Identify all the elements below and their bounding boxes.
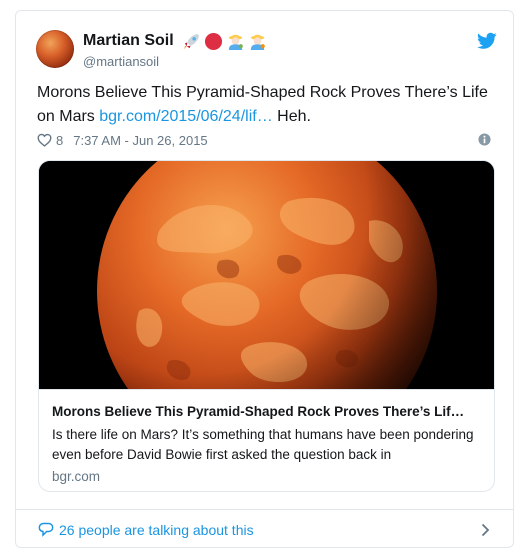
conversation-footer[interactable]: 26 people are talking about this <box>16 509 513 549</box>
farmer-emoji-icon <box>250 34 265 50</box>
tweet-text: Morons Believe This Pyramid-Shaped Rock … <box>37 81 507 129</box>
heart-icon[interactable] <box>37 133 52 147</box>
display-name-row: Martian Soil <box>83 31 267 51</box>
farmer-emoji-icon <box>228 34 243 50</box>
link-preview-card[interactable]: Morons Believe This Pyramid-Shaped Rock … <box>38 160 495 492</box>
mars-illustration <box>39 161 494 389</box>
article-link[interactable]: bgr.com/2015/06/24/lif… <box>99 108 272 125</box>
speech-bubble-icon <box>38 522 54 537</box>
name-emojis <box>182 32 267 51</box>
tweet-meta: 8 7:37 AM - Jun 26, 2015 <box>37 130 491 150</box>
tweet-text-suffix: Heh. <box>272 108 311 125</box>
display-name[interactable]: Martian Soil <box>83 32 174 50</box>
embedded-tweet: Martian Soil @martiansoil Morons Believe… <box>15 10 514 548</box>
chevron-right-icon[interactable] <box>481 523 490 537</box>
mars-planet-image[interactable] <box>39 161 494 389</box>
timestamp[interactable]: 7:37 AM - Jun 26, 2015 <box>73 133 207 148</box>
like-count[interactable]: 8 <box>56 133 63 148</box>
rocket-emoji-icon <box>183 33 199 49</box>
avatar[interactable] <box>36 30 74 68</box>
username[interactable]: @martiansoil <box>83 54 267 69</box>
card-content: Morons Believe This Pyramid-Shaped Rock … <box>39 389 494 491</box>
red-circle-emoji-icon <box>204 32 222 50</box>
conversation-link[interactable]: 26 people are talking about this <box>59 522 254 538</box>
card-title[interactable]: Morons Believe This Pyramid-Shaped Rock … <box>52 404 483 419</box>
twitter-bird-icon[interactable] <box>477 32 497 50</box>
card-description: Is there life on Mars? It’s something th… <box>52 427 474 462</box>
info-icon[interactable] <box>478 133 491 146</box>
tweet-header: Martian Soil @martiansoil <box>36 29 497 73</box>
author-info[interactable]: Martian Soil @martiansoil <box>83 31 267 69</box>
card-domain: bgr.com <box>52 469 101 484</box>
